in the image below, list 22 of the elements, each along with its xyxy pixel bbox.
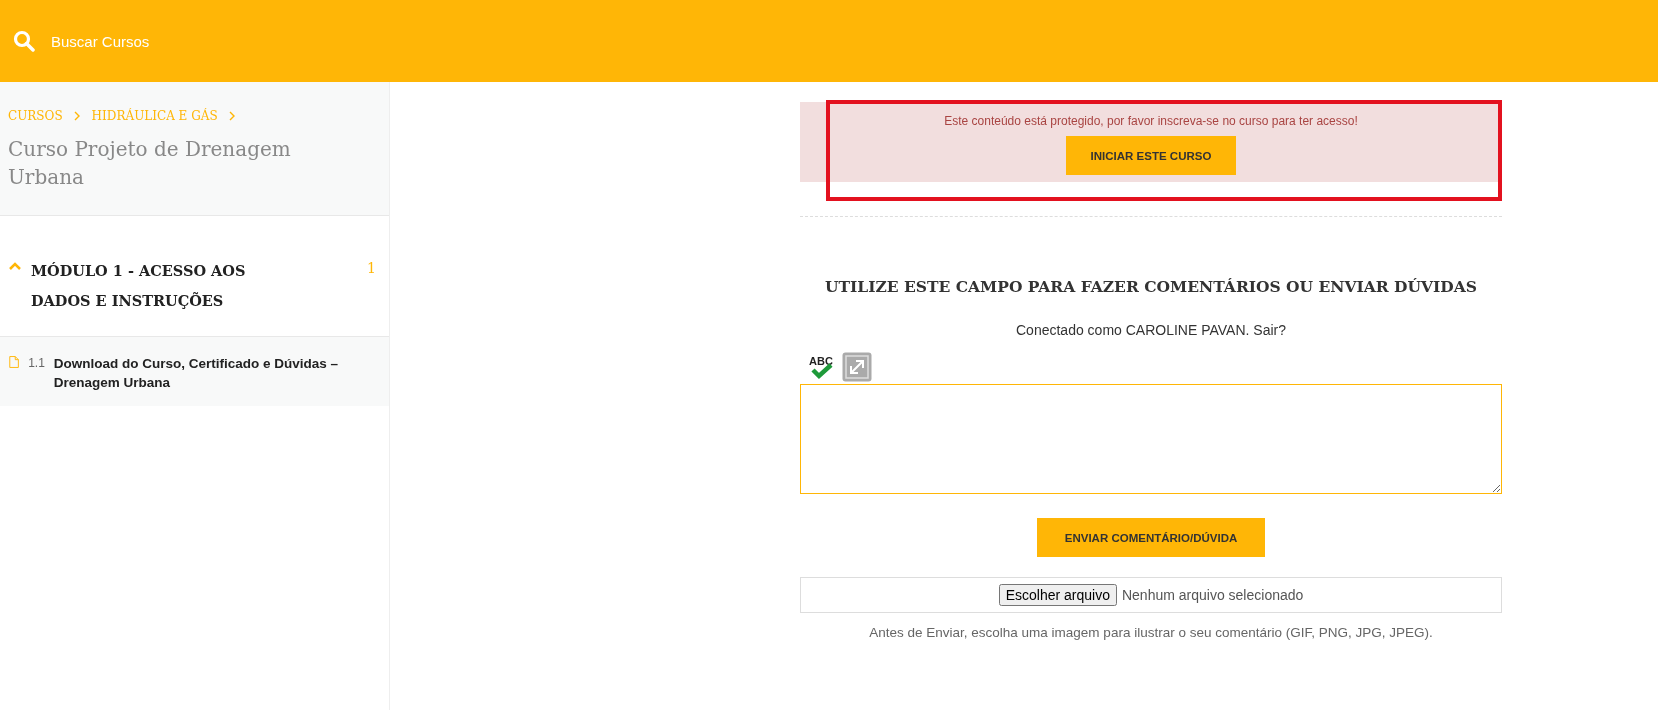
chevron-up-icon[interactable]: [9, 262, 21, 270]
submit-comment-button[interactable]: ENVIAR COMENTÁRIO/DÚVIDA: [1036, 518, 1266, 557]
choose-file-button[interactable]: Escolher arquivo: [998, 584, 1117, 606]
search-field[interactable]: Buscar Cursos: [51, 32, 351, 50]
logged-in-text: Conectado como CAROLINE PAVAN. Sair?: [1016, 322, 1286, 338]
lesson-number: 1.1: [28, 356, 45, 370]
upload-hint: Antes de Enviar, escolha uma imagem para ilustrar o seu comentário (GIF, PNG, JPG, JPEG).: [869, 625, 1433, 640]
start-course-button[interactable]: INICIAR ESTE CURSO: [1065, 136, 1237, 175]
comments-heading: UTILIZE ESTE CAMPO PARA FAZER COMENTÁRIOS OU ENVIAR DÚVIDAS: [825, 277, 1477, 296]
lesson-item[interactable]: 1.1 Download do Curso, Certificado e Dúvidas – Drenagem Urbana: [0, 337, 389, 406]
module-title[interactable]: MÓDULO 1 - ACESSO AOS DADOS E INSTRUÇÕES: [31, 256, 251, 316]
chevron-right-icon: [228, 111, 236, 121]
lesson-count: 1: [367, 260, 376, 276]
file-status: Nenhum arquivo selecionado: [1121, 587, 1304, 603]
course-title: Curso Projeto de Drenagem Urbana: [8, 136, 292, 191]
chevron-right-icon: [73, 111, 81, 121]
expand-icon[interactable]: [842, 352, 872, 382]
notice-message: Este conteúdo está protegido, por favor inscreva-se no curso para ter acesso!: [944, 114, 1358, 128]
document-icon: [9, 354, 20, 370]
comment-field[interactable]: [800, 384, 1502, 494]
lesson-title: Download do Curso, Certificado e Dúvidas – Drenagem Urbana: [53, 355, 340, 392]
search-icon[interactable]: [13, 30, 35, 52]
